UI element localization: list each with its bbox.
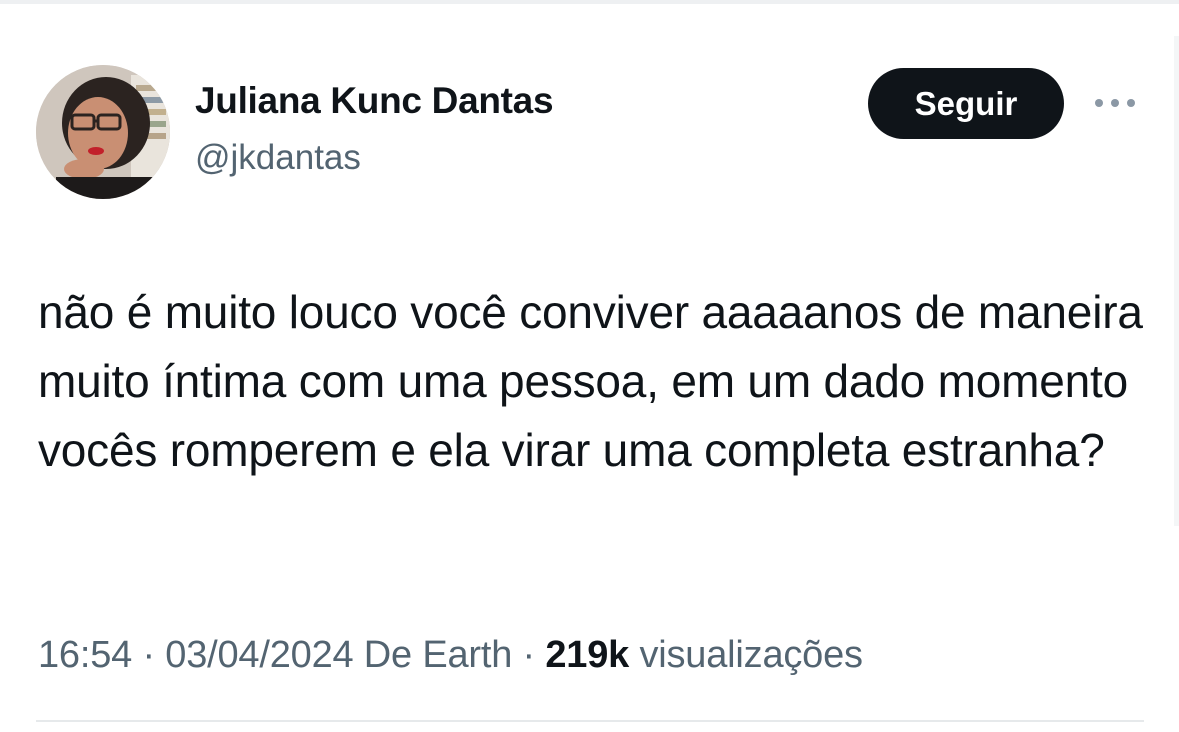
tweet-time[interactable]: 16:54 [38, 634, 132, 676]
more-horizontal-icon [1095, 99, 1135, 107]
tweet-source: De Earth [353, 634, 513, 676]
tweet-meta: 16:54 · 03/04/2024 De Earth · 219k visua… [38, 634, 863, 677]
avatar[interactable] [36, 65, 170, 199]
views-count: 219k [545, 634, 630, 676]
tweet-text: não é muito louco você conviver aaaaanos… [38, 286, 1143, 476]
follow-button[interactable]: Seguir [868, 68, 1064, 139]
author-handle[interactable]: @jkdantas [195, 138, 361, 178]
more-options-button[interactable] [1090, 88, 1140, 118]
tweet-date[interactable]: 03/04/2024 [165, 634, 353, 676]
bottom-divider [36, 720, 1144, 722]
meta-separator: · [132, 634, 166, 676]
author-display-name[interactable]: Juliana Kunc Dantas [195, 80, 554, 122]
views-label: visualizações [629, 634, 863, 676]
top-divider [0, 0, 1179, 4]
scrollbar-track [1174, 36, 1179, 526]
avatar-photo-icon [36, 65, 170, 199]
meta-separator: · [512, 634, 546, 676]
